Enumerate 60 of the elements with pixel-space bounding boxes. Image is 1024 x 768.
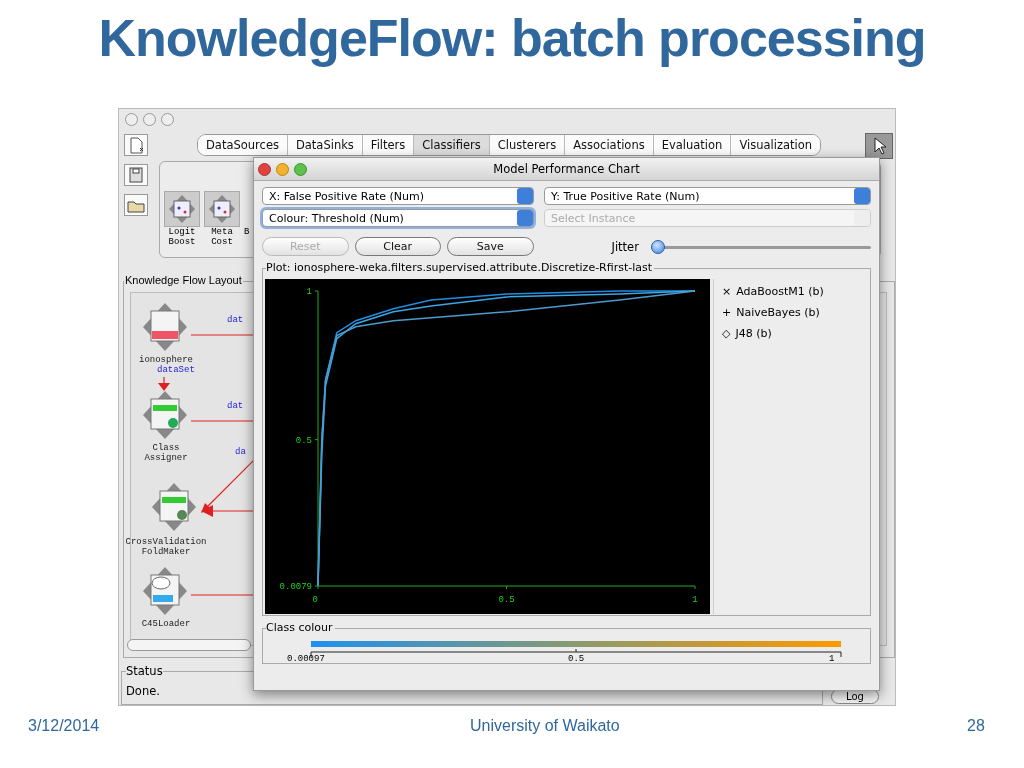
footer-text: University of Waikato bbox=[470, 717, 620, 735]
tick-label: 0.00097 bbox=[287, 654, 325, 664]
tick-label: 0.5 bbox=[295, 435, 312, 446]
legend-marker: + bbox=[722, 306, 732, 319]
connection-label: dat bbox=[227, 401, 244, 411]
colour-select[interactable]: Colour: Threshold (Num) bbox=[262, 209, 534, 227]
tick-label: 1 bbox=[692, 595, 698, 605]
classifier-icon[interactable] bbox=[204, 191, 240, 227]
classifier-icon[interactable] bbox=[164, 191, 200, 227]
slide-title: KnowledgeFlow: batch processing bbox=[97, 8, 927, 68]
tick-label: 0.0079 bbox=[279, 582, 312, 592]
connection-label: da bbox=[235, 447, 246, 457]
button[interactable]: Clear bbox=[354, 237, 441, 256]
tab[interactable]: Classifiers bbox=[414, 135, 490, 155]
footer-date: 3/12/2014 bbox=[28, 717, 100, 735]
tick-label: 0.5 bbox=[568, 654, 585, 664]
tick-label: 0.5 bbox=[498, 595, 515, 605]
page-number: 28 bbox=[967, 717, 985, 735]
palette-label: Logit Boost bbox=[168, 227, 196, 247]
node-label: ionosphere bbox=[138, 355, 194, 365]
window-control-icon[interactable] bbox=[294, 163, 307, 176]
save-icon[interactable] bbox=[124, 164, 148, 186]
window-control-icon[interactable] bbox=[161, 113, 174, 126]
new-document-icon[interactable] bbox=[124, 134, 148, 156]
legend-label: AdaBoostM1 (b) bbox=[736, 285, 824, 298]
window-title: Model Performance Chart bbox=[493, 162, 640, 176]
legend-marker: × bbox=[722, 285, 732, 298]
legend-marker: ◇ bbox=[722, 327, 731, 340]
window-control-icon[interactable] bbox=[143, 113, 156, 126]
y-axis-select[interactable]: Y: True Positive Rate (Num) bbox=[544, 187, 871, 205]
pointer-icon[interactable] bbox=[865, 133, 893, 159]
slider-label: Jitter bbox=[611, 239, 639, 254]
class-colour-title: Class colour bbox=[266, 621, 335, 634]
connector-arrow bbox=[158, 376, 170, 391]
tick-label: 1 bbox=[829, 654, 835, 664]
x-axis-select[interactable]: X: False Positive Rate (Num) bbox=[262, 187, 534, 205]
node-label: CrossValidation FoldMaker bbox=[124, 537, 208, 557]
panel-title: Knowledge Flow Layout bbox=[124, 274, 243, 286]
connection-label: dataSet bbox=[157, 365, 195, 375]
connection-label: dat bbox=[227, 315, 244, 325]
window-control-icon[interactable] bbox=[125, 113, 138, 126]
scrollbar[interactable] bbox=[127, 639, 251, 651]
node-label: Class Assigner bbox=[143, 443, 189, 463]
slider-thumb[interactable] bbox=[650, 239, 665, 254]
palette-label: Meta Cost bbox=[211, 227, 233, 247]
legend-label: J48 (b) bbox=[735, 327, 772, 340]
node-label: C45Loader bbox=[140, 619, 192, 629]
window-control-icon[interactable] bbox=[258, 163, 271, 176]
palette-label: B bbox=[244, 227, 250, 237]
tick-label: 0 bbox=[312, 595, 318, 605]
window-control-icon[interactable] bbox=[276, 163, 289, 176]
button[interactable]: Save bbox=[447, 237, 534, 256]
tab[interactable]: DataSources bbox=[198, 135, 288, 155]
status-text: Done. bbox=[126, 684, 160, 698]
legend-label: NaiveBayes (b) bbox=[736, 306, 820, 319]
jitter-slider[interactable] bbox=[650, 239, 871, 254]
status-title: Status bbox=[126, 664, 163, 678]
folder-icon[interactable] bbox=[124, 194, 148, 216]
plot-title: Plot: ionosphere-weka.filters.supervised.attribute.Discretize-Rfirst-last bbox=[266, 261, 655, 274]
tick-label: 1 bbox=[306, 287, 312, 297]
